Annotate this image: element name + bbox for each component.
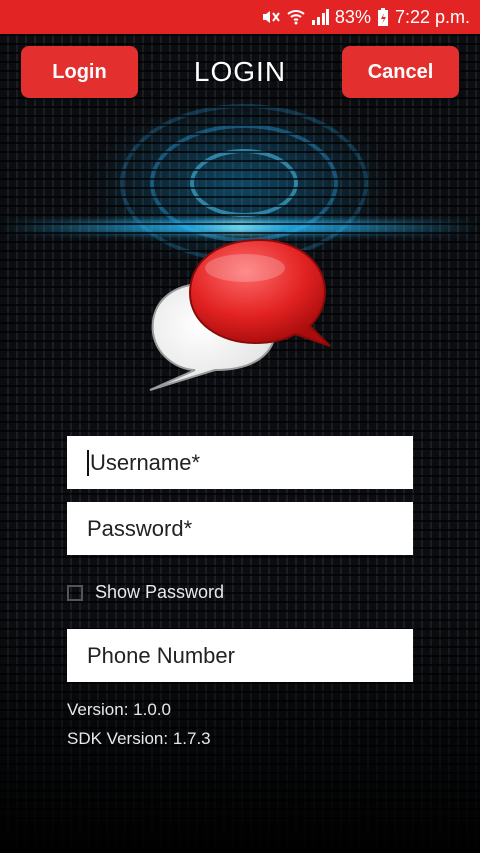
signal-icon: [311, 9, 329, 25]
phone-number-input[interactable]: Phone Number: [67, 629, 413, 682]
text-cursor: [87, 449, 89, 476]
light-beam: [0, 220, 480, 234]
username-placeholder: Username*: [90, 449, 201, 475]
status-time: 7:22 p.m.: [394, 6, 470, 27]
chat-bubbles-logo: [149, 238, 331, 391]
password-placeholder: Password*: [87, 515, 193, 541]
show-password-row[interactable]: Show Password: [67, 582, 224, 603]
password-input[interactable]: Password*: [67, 502, 413, 555]
wifi-icon: [287, 9, 305, 25]
username-input[interactable]: Username*: [67, 436, 413, 489]
show-password-label: Show Password: [95, 582, 225, 602]
status-bar: 83% 7:22 p.m.: [0, 0, 480, 34]
battery-percent: 83%: [334, 6, 371, 27]
version-text: Version: 1.0.0: [67, 700, 171, 719]
phone-placeholder: Phone Number: [87, 642, 235, 668]
show-password-checkbox[interactable]: [67, 584, 83, 601]
sdk-version-text: SDK Version: 1.7.3: [67, 729, 211, 748]
battery-charging-icon: [377, 7, 389, 27]
glow-ring: [190, 149, 298, 217]
glow-ring: [150, 124, 338, 242]
cancel-button[interactable]: Cancel: [342, 46, 459, 98]
mute-icon: [261, 9, 281, 25]
